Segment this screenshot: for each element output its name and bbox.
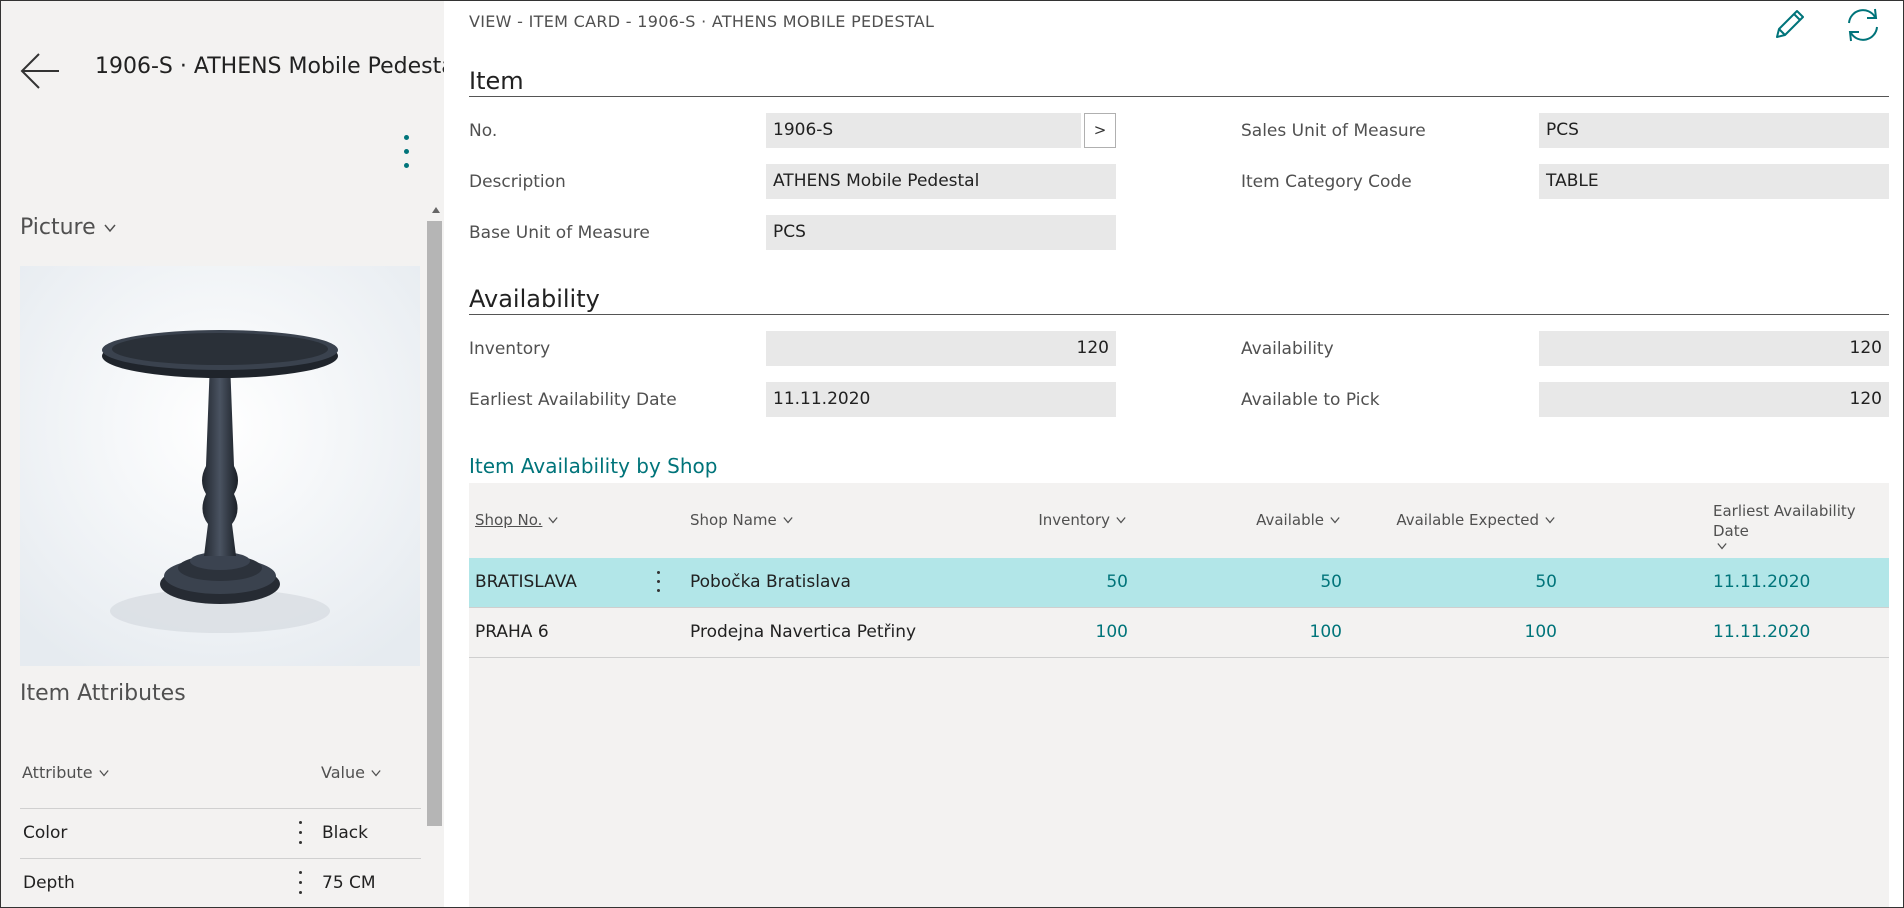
value-column-header[interactable]: Value — [321, 763, 381, 782]
availability-section-title[interactable]: Availability — [469, 285, 600, 313]
more-actions-icon[interactable] — [399, 135, 413, 175]
shop-name-cell: Pobočka Bratislava — [690, 572, 851, 592]
attribute-column-header[interactable]: Attribute — [22, 763, 109, 782]
shop-name-cell: Prodejna Navertica Petřiny — [690, 622, 917, 642]
picture-factbox-header[interactable]: Picture — [20, 215, 118, 240]
item-attributes-header: Item Attributes — [20, 681, 186, 706]
attribute-name: Color — [23, 823, 68, 843]
inventory-column-header[interactable]: Inventory — [989, 511, 1126, 529]
category-field[interactable]: TABLE — [1539, 164, 1889, 199]
table-row[interactable]: BRATISLAVA Pobočka Bratislava 50 50 50 1… — [469, 558, 1889, 608]
no-label: No. — [469, 121, 498, 141]
inventory-field[interactable]: 120 — [766, 331, 1116, 366]
base-uom-field[interactable]: PCS — [766, 215, 1116, 250]
available-expected-cell[interactable]: 50 — [1349, 572, 1557, 592]
shop-no-cell[interactable]: PRAHA 6 — [475, 622, 549, 642]
back-arrow-icon[interactable] — [19, 51, 63, 91]
row-actions-icon[interactable] — [296, 871, 304, 901]
shop-availability-grid: Shop No. Shop Name Inventory Available A… — [469, 483, 1889, 907]
section-divider — [469, 96, 1889, 97]
chevron-down-icon — [371, 769, 381, 776]
available-expected-column-label: Available Expected — [1396, 511, 1539, 529]
earliest-date-column-header[interactable]: Earliest Availability Date — [1713, 501, 1883, 551]
available-cell[interactable]: 100 — [1169, 622, 1342, 642]
attribute-row[interactable]: Color Black — [20, 808, 421, 858]
scroll-up-icon[interactable] — [432, 207, 440, 213]
chevron-down-icon — [1545, 517, 1555, 524]
chevron-down-icon — [104, 224, 116, 232]
chevron-down-icon — [1330, 517, 1340, 524]
chevron-down-icon — [783, 517, 793, 524]
item-picture[interactable] — [20, 266, 420, 666]
availability-label: Availability — [1241, 339, 1334, 359]
left-pane: 1906-S · ATHENS Mobile Pedestal Picture — [1, 1, 444, 907]
shop-no-column-header[interactable]: Shop No. — [475, 511, 559, 529]
value-column-label: Value — [321, 763, 365, 782]
available-expected-cell[interactable]: 100 — [1349, 622, 1557, 642]
inventory-label: Inventory — [469, 339, 551, 359]
available-column-header[interactable]: Available — [1169, 511, 1340, 529]
no-field[interactable]: 1906-S — [766, 113, 1081, 148]
sales-uom-field[interactable]: PCS — [1539, 113, 1889, 148]
section-divider — [469, 314, 1889, 315]
available-to-pick-label: Available to Pick — [1241, 390, 1380, 410]
inventory-cell[interactable]: 100 — [989, 622, 1128, 642]
inventory-cell[interactable]: 50 — [989, 572, 1128, 592]
shop-name-column-header[interactable]: Shop Name — [690, 511, 793, 529]
pencil-icon[interactable] — [1769, 5, 1809, 45]
base-uom-label: Base Unit of Measure — [469, 223, 650, 243]
category-label: Item Category Code — [1241, 172, 1412, 192]
item-section-title[interactable]: Item — [469, 67, 524, 95]
sales-uom-label: Sales Unit of Measure — [1241, 121, 1426, 141]
available-column-label: Available — [1256, 511, 1324, 529]
breadcrumb: VIEW - ITEM CARD - 1906-S · ATHENS MOBIL… — [469, 12, 935, 31]
attribute-value: Black — [322, 823, 368, 843]
availability-field[interactable]: 120 — [1539, 331, 1889, 366]
scrollbar-thumb[interactable] — [427, 221, 442, 826]
shop-availability-title[interactable]: Item Availability by Shop — [469, 454, 717, 478]
row-actions-icon[interactable] — [296, 821, 304, 851]
chevron-down-icon — [1116, 517, 1126, 524]
inventory-column-label: Inventory — [1038, 511, 1110, 529]
available-expected-column-header[interactable]: Available Expected — [1349, 511, 1555, 529]
item-title: 1906-S · ATHENS Mobile Pedestal — [95, 54, 444, 79]
refresh-icon[interactable] — [1843, 5, 1883, 45]
shop-no-cell[interactable]: BRATISLAVA — [475, 572, 577, 592]
attribute-row[interactable]: Depth 75 CM — [20, 858, 421, 907]
available-cell[interactable]: 50 — [1169, 572, 1342, 592]
attribute-column-label: Attribute — [22, 763, 93, 782]
earliest-date-label: Earliest Availability Date — [469, 390, 677, 410]
assist-edit-button[interactable]: > — [1084, 113, 1116, 148]
earliest-date-cell[interactable]: 11.11.2020 — [1713, 572, 1810, 592]
chevron-down-icon — [99, 769, 109, 776]
attribute-value: 75 CM — [322, 873, 376, 893]
available-to-pick-field[interactable]: 120 — [1539, 382, 1889, 417]
earliest-date-field[interactable]: 11.11.2020 — [766, 382, 1116, 417]
attribute-name: Depth — [23, 873, 75, 893]
picture-header-label: Picture — [20, 215, 96, 240]
shop-no-column-label: Shop No. — [475, 511, 543, 529]
table-row[interactable]: PRAHA 6 Prodejna Navertica Petřiny 100 1… — [469, 608, 1889, 658]
row-actions-icon[interactable] — [654, 571, 662, 599]
chevron-down-icon — [548, 517, 559, 524]
chevron-down-icon — [1717, 543, 1727, 550]
shop-name-column-label: Shop Name — [690, 511, 777, 529]
earliest-date-cell[interactable]: 11.11.2020 — [1713, 622, 1810, 642]
description-label: Description — [469, 172, 566, 192]
description-field[interactable]: ATHENS Mobile Pedestal — [766, 164, 1116, 199]
earliest-date-column-label: Earliest Availability Date — [1713, 502, 1856, 540]
